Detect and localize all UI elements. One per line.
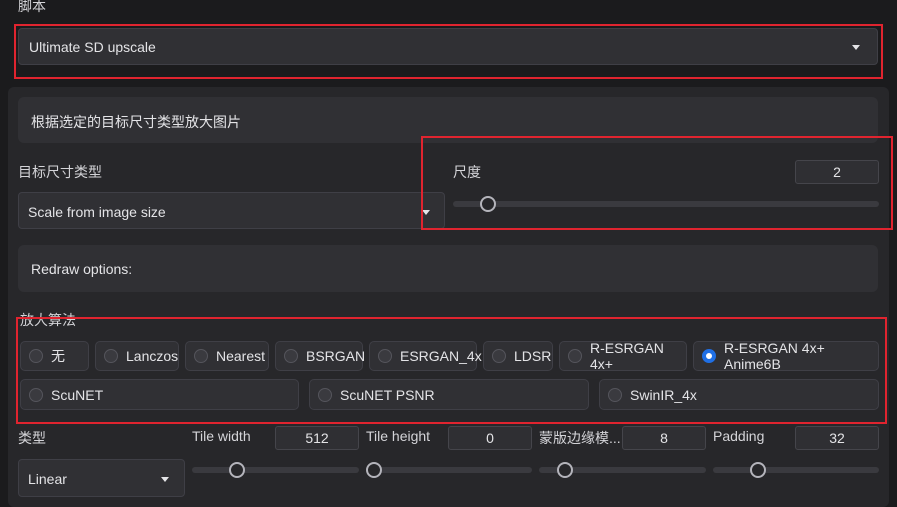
mask-blur-number-input[interactable]: 8 — [622, 426, 706, 450]
tile-width-slider-thumb[interactable] — [229, 462, 245, 478]
padding-slider-thumb[interactable] — [750, 462, 766, 478]
type-label: 类型 — [18, 430, 46, 446]
padding-slider[interactable] — [713, 467, 879, 473]
upscaler-highlight-box — [16, 317, 887, 424]
padding-label: Padding — [713, 428, 765, 444]
tile-height-slider-thumb[interactable] — [366, 462, 382, 478]
info-text: 根据选定的目标尺寸类型放大图片 — [31, 114, 241, 130]
target-size-label: 目标尺寸类型 — [18, 164, 102, 180]
tile-height-number-input[interactable]: 0 — [448, 426, 532, 450]
script-label: 脚本 — [18, 0, 46, 14]
redraw-options-label: Redraw options: — [31, 261, 133, 277]
mask-blur-label: 蒙版边缘模... — [539, 430, 621, 446]
padding-number-input[interactable]: 32 — [795, 426, 879, 450]
tile-width-label: Tile width — [192, 428, 251, 444]
chevron-down-icon — [161, 477, 169, 482]
mask-blur-slider-thumb[interactable] — [557, 462, 573, 478]
target-size-dropdown[interactable]: Scale from image size — [18, 192, 445, 229]
redraw-options-box: Redraw options: — [18, 245, 878, 292]
script-highlight-box — [14, 24, 883, 79]
scale-highlight-box — [421, 136, 893, 230]
type-dropdown[interactable]: Linear — [18, 459, 185, 497]
target-size-value: Scale from image size — [28, 204, 166, 220]
tile-width-slider[interactable] — [192, 467, 359, 473]
tile-width-number-input[interactable]: 512 — [275, 426, 359, 450]
tile-height-slider[interactable] — [366, 467, 532, 473]
tile-height-label: Tile height — [366, 428, 431, 444]
type-value: Linear — [28, 471, 67, 487]
